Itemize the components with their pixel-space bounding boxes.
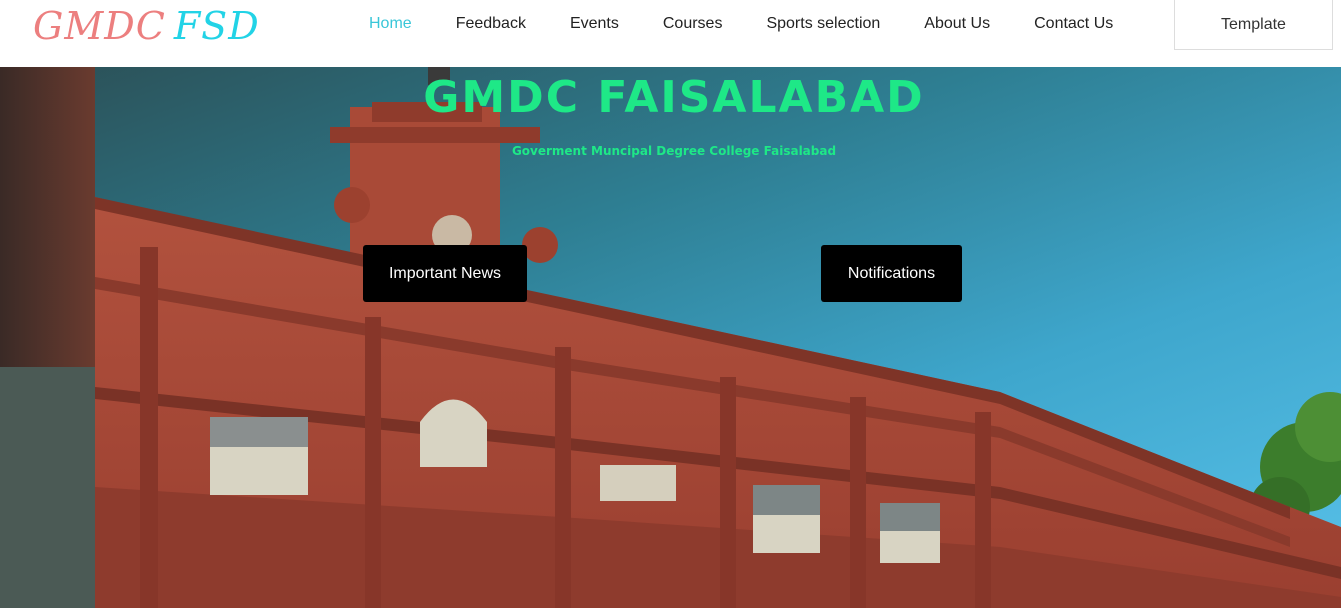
nav-item-sports-selection[interactable]: Sports selection [744,15,902,33]
hero-banner: GMDC FAISALABAD Goverment Muncipal Degre… [0,67,1341,608]
hero-title: GMDC FAISALABAD [423,72,925,123]
template-button[interactable]: Template [1174,0,1333,50]
site-logo[interactable]: GMDC FSD [33,4,260,54]
logo-text-gmdc: GMDC [33,4,166,48]
nav-item-courses[interactable]: Courses [641,15,745,33]
notifications-button[interactable]: Notifications [821,245,962,302]
logo-text-fsd: FSD [173,4,260,48]
important-news-button[interactable]: Important News [363,245,527,302]
navbar: GMDC FSD Home Feedback Events Courses Sp… [0,0,1341,67]
nav-item-contact-us[interactable]: Contact Us [1012,15,1135,33]
hero-subtitle: Goverment Muncipal Degree College Faisal… [511,144,837,158]
nav-item-feedback[interactable]: Feedback [434,15,548,33]
main-nav: Home Feedback Events Courses Sports sele… [347,0,1135,48]
nav-item-home[interactable]: Home [347,15,434,33]
nav-item-about-us[interactable]: About Us [902,15,1012,33]
nav-item-events[interactable]: Events [548,15,641,33]
